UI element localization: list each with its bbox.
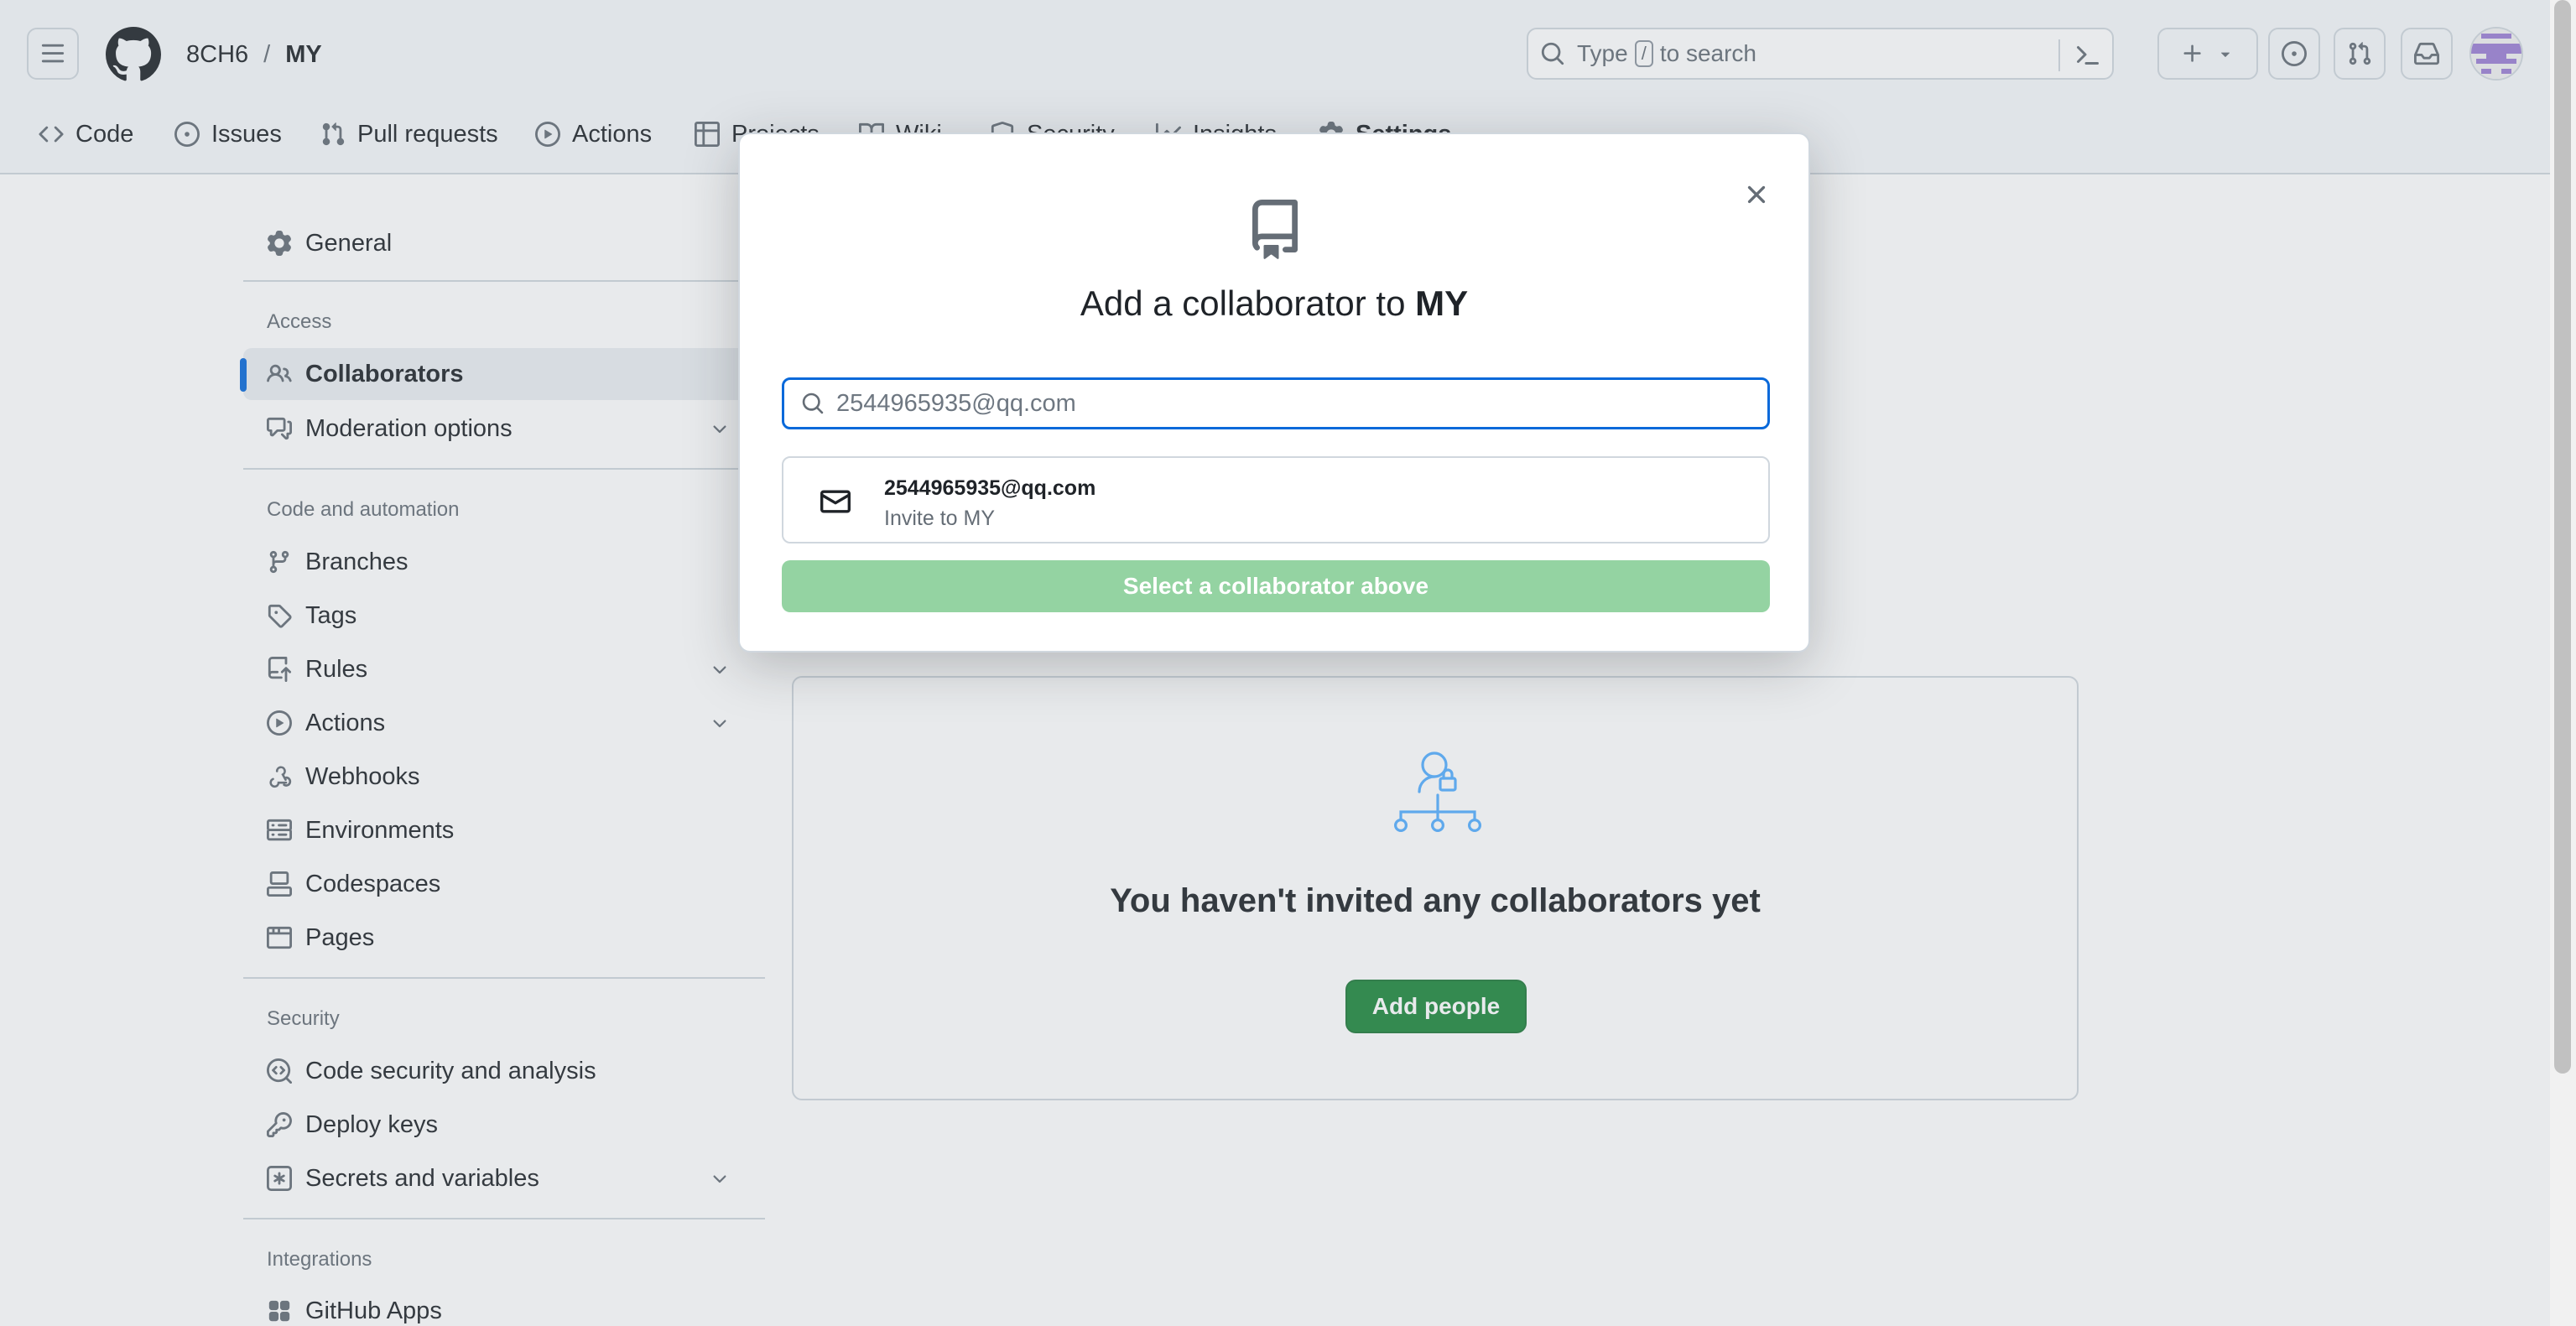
suggestion-description: Invite to MY <box>884 507 995 530</box>
add-collaborator-dialog: Add a collaborator to MY 2544965935@qq.c… <box>738 133 1810 653</box>
select-collaborator-button[interactable]: Select a collaborator above <box>782 560 1770 612</box>
suggestion-email: 2544965935@qq.com <box>884 476 1096 500</box>
dialog-title-prefix: Add a collaborator to <box>1080 283 1406 323</box>
collaborator-search-value: 2544965935@qq.com <box>836 389 1076 417</box>
dialog-title: Add a collaborator to MY <box>740 283 1808 324</box>
mail-icon <box>820 490 851 513</box>
page-scrollbar[interactable] <box>2550 0 2576 1326</box>
invite-suggestion[interactable]: 2544965935@qq.com Invite to MY <box>782 456 1770 543</box>
dialog-title-repo: MY <box>1415 283 1469 323</box>
scrollbar-thumb[interactable] <box>2554 0 2571 1074</box>
collaborator-search-input[interactable]: 2544965935@qq.com <box>782 377 1770 429</box>
close-icon[interactable] <box>1741 179 1772 210</box>
repo-icon <box>1252 200 1298 259</box>
search-icon <box>802 393 824 414</box>
